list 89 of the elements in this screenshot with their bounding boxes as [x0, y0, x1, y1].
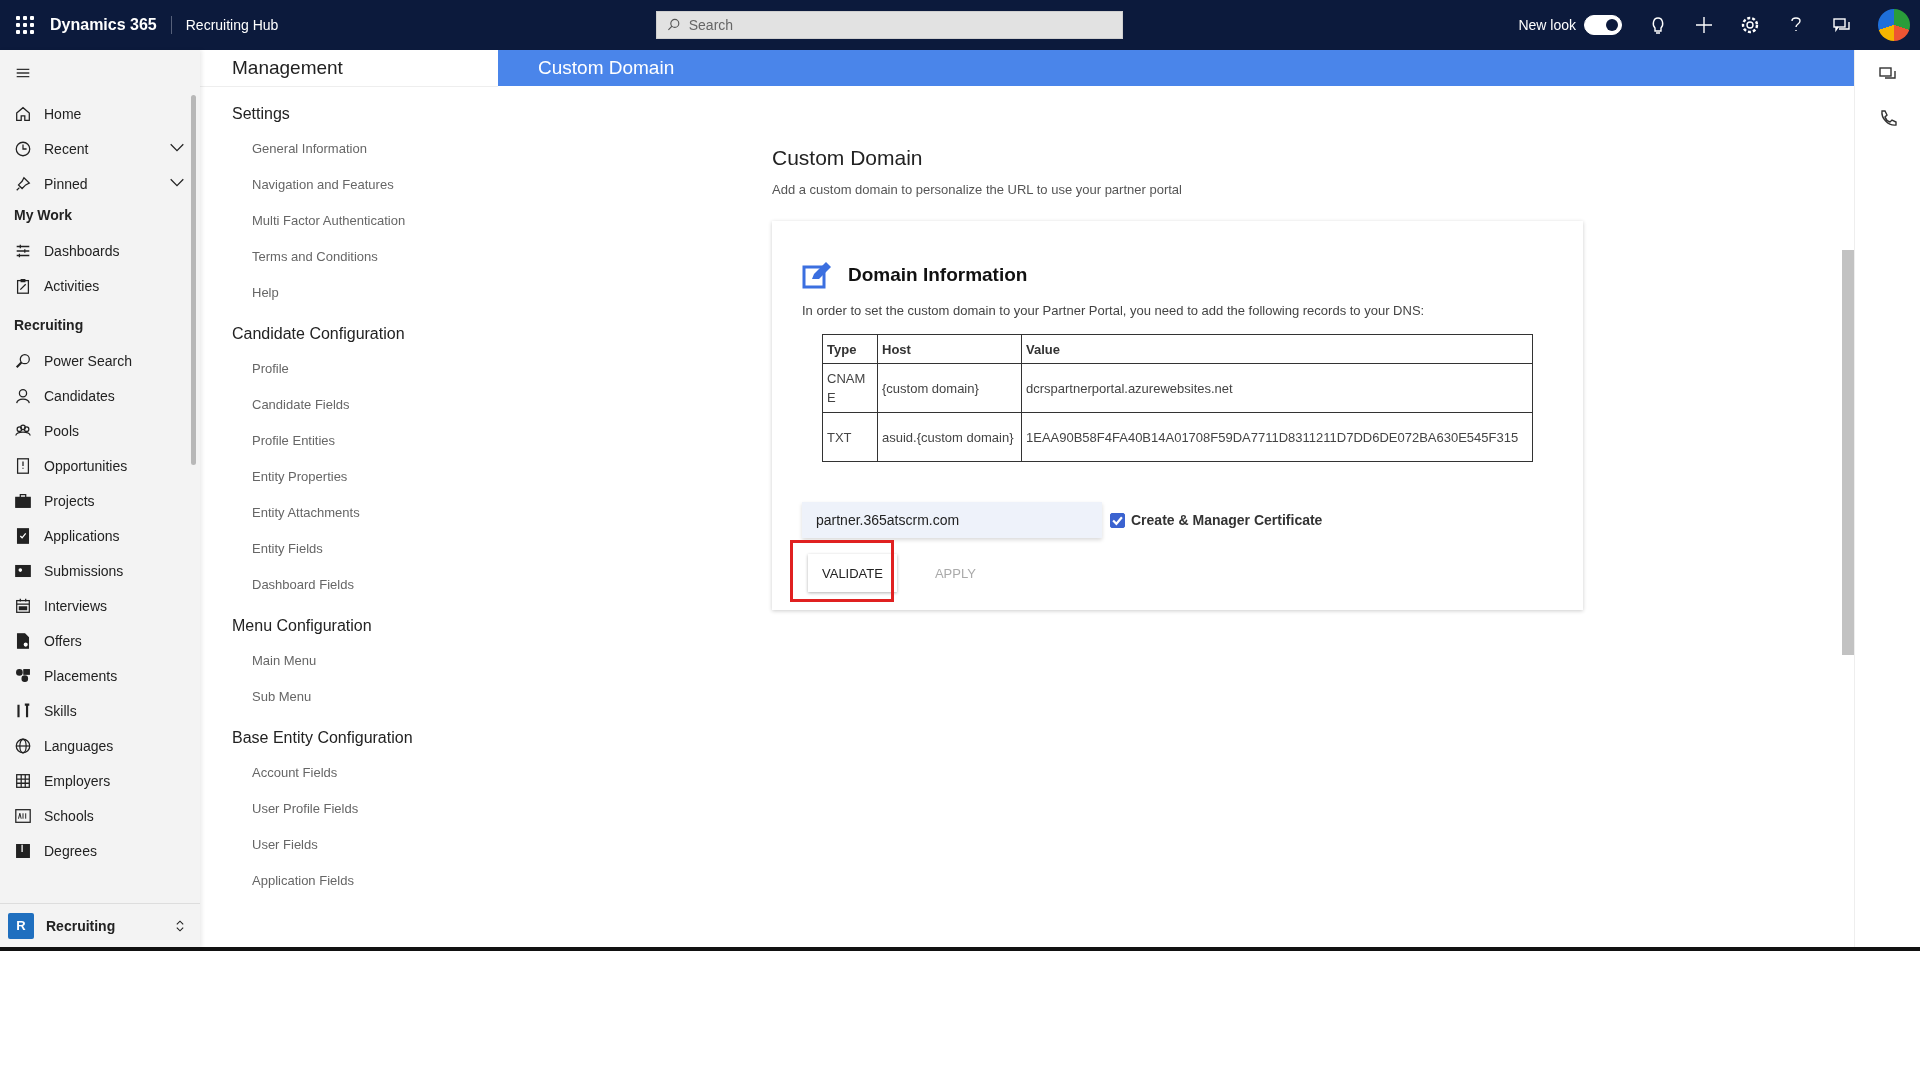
building-icon: [14, 771, 32, 790]
settings-link[interactable]: Help: [232, 275, 498, 311]
new-look-label: New look: [1518, 17, 1576, 33]
section-title: Custom Domain: [772, 146, 924, 170]
settings-group-heading: Menu Configuration: [232, 617, 373, 635]
page-header: Custom Domain: [498, 50, 1854, 86]
clipboard-icon: [14, 276, 32, 295]
nav-item[interactable]: Activities: [0, 268, 200, 303]
settings-link[interactable]: Profile: [232, 351, 498, 387]
nav-item[interactable]: Recent: [0, 131, 200, 166]
nav-item[interactable]: Applications: [0, 518, 200, 553]
nav-item[interactable]: Languages: [0, 728, 200, 763]
settings-group-heading: Base Entity Configuration: [232, 729, 414, 747]
settings-link[interactable]: Entity Attachments: [232, 495, 498, 531]
checkbox-label: Create & Manager Certificate: [1131, 512, 1323, 528]
settings-link[interactable]: Profile Entities: [232, 423, 498, 459]
nav-item[interactable]: Candidates: [0, 378, 200, 413]
person-icon: [14, 386, 32, 405]
nav-section-heading: Recruiting: [13, 316, 85, 335]
nav-item[interactable]: Placements: [0, 658, 200, 693]
plus-icon: [1694, 15, 1714, 35]
pin-icon: [14, 174, 32, 193]
nav-item[interactable]: Schools: [0, 798, 200, 833]
nav-item[interactable]: Home: [0, 96, 200, 131]
settings-link[interactable]: Navigation and Features: [232, 167, 498, 203]
nav-item[interactable]: Degrees: [0, 833, 200, 868]
checked-document-icon: [14, 526, 32, 545]
book-icon: [14, 841, 32, 860]
user-avatar[interactable]: [1878, 9, 1910, 41]
domain-input-field[interactable]: partner.365atscrm.com: [802, 502, 1102, 538]
table-cell: CNAME: [822, 363, 878, 413]
nav-item[interactable]: Pinned: [0, 166, 200, 201]
search-field[interactable]: Search: [655, 11, 1123, 39]
nav-item[interactable]: Opportunities: [0, 448, 200, 483]
settings-icon: [1740, 15, 1760, 35]
settings-link[interactable]: Application Fields: [232, 863, 498, 899]
settings-group-heading: Candidate Configuration: [232, 325, 406, 343]
globe-icon: [14, 736, 32, 755]
settings-link[interactable]: General Information: [232, 131, 498, 167]
column-header: Type: [822, 334, 878, 364]
clock-icon: [14, 139, 32, 158]
new-look-toggle[interactable]: [1584, 15, 1622, 35]
nav-item[interactable]: Pools: [0, 413, 200, 448]
area-switcher[interactable]: R Recruiting: [0, 903, 200, 947]
chat-icon: [1832, 15, 1852, 35]
nav-section-heading: My Work: [13, 206, 74, 225]
tools-icon: [14, 701, 32, 720]
nav-item[interactable]: Submissions: [0, 553, 200, 588]
area-name: Recruiting Hub: [184, 17, 280, 33]
settings-link[interactable]: Candidate Fields: [232, 387, 498, 423]
validate-button[interactable]: VALIDATE: [808, 554, 897, 592]
home-icon: [14, 104, 32, 123]
nav-item[interactable]: Projects: [0, 483, 200, 518]
settings-group-heading: Settings: [232, 105, 291, 123]
scrollbar-thumb[interactable]: [1842, 250, 1854, 655]
document-icon: [14, 456, 32, 475]
table-cell: 1EAA90B58F4FA40B14A01708F59DA7711D8311211D7DD6DE072BA630E545F315: [1021, 412, 1533, 462]
table-cell: asuid.{custom domain}: [877, 412, 1022, 462]
nav-item[interactable]: Skills: [0, 693, 200, 728]
table-cell: dcrspartnerportal.azurewebsites.net: [1021, 363, 1533, 413]
settings-link[interactable]: Main Menu: [232, 643, 498, 679]
app-name: Dynamics 365: [50, 16, 172, 34]
table-cell: TXT: [822, 412, 878, 462]
calendar-icon: [14, 596, 32, 615]
briefcase-icon: [14, 491, 32, 510]
search-icon: [14, 351, 32, 370]
settings-link[interactable]: User Fields: [232, 827, 498, 863]
table-cell: {custom domain}: [877, 363, 1022, 413]
nav-item[interactable]: Power Search: [0, 343, 200, 378]
card-description: In order to set the custom domain to your Partner Portal, you need to add the following records to your DNS:: [802, 303, 1426, 318]
section-subtitle: Add a custom domain to personalize the URL to use your partner portal: [772, 182, 1183, 197]
card-title: Domain Information: [848, 264, 1028, 286]
nav-item[interactable]: Employers: [0, 763, 200, 798]
checkbox[interactable]: [1110, 512, 1125, 528]
nav-item[interactable]: Interviews: [0, 588, 200, 623]
settings-link[interactable]: Entity Properties: [232, 459, 498, 495]
settings-link[interactable]: User Profile Fields: [232, 791, 498, 827]
settings-link[interactable]: Sub Menu: [232, 679, 498, 715]
settings-link[interactable]: Entity Fields: [232, 531, 498, 567]
settings-link[interactable]: Account Fields: [232, 755, 498, 791]
column-header: Value: [1021, 334, 1533, 364]
nav-item[interactable]: Offers: [0, 623, 200, 658]
edit-icon: [802, 261, 832, 289]
column-header: Host: [877, 334, 1022, 364]
settings-link[interactable]: Terms and Conditions: [232, 239, 498, 275]
settings-link[interactable]: Dashboard Fields: [232, 567, 498, 603]
nav-item[interactable]: Dashboards: [0, 233, 200, 268]
settings-link[interactable]: Multi Factor Authentication: [232, 203, 498, 239]
app-launcher-icon[interactable]: [16, 16, 34, 34]
